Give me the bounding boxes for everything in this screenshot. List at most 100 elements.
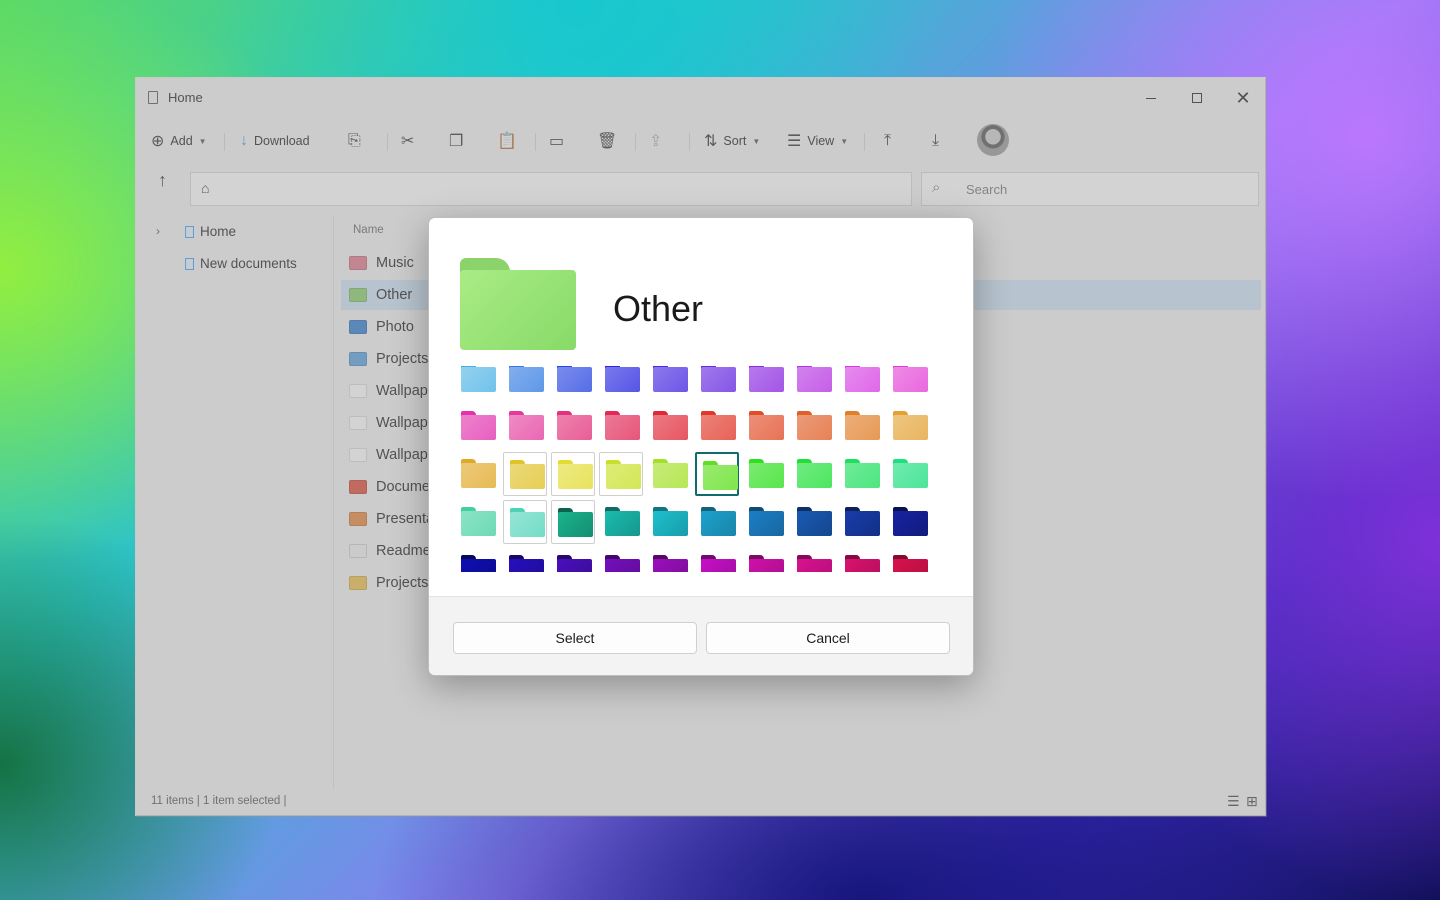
color-swatch[interactable] [743, 548, 787, 572]
color-swatch[interactable] [839, 500, 883, 544]
swatch-folder-icon [797, 415, 832, 440]
color-palette [451, 366, 931, 572]
color-swatch[interactable] [743, 500, 787, 544]
color-swatch[interactable] [695, 404, 739, 448]
swatch-folder-icon [701, 415, 736, 440]
color-swatch[interactable] [839, 366, 883, 400]
swatch-folder-icon [701, 559, 736, 572]
color-swatch[interactable] [695, 452, 739, 496]
color-swatch[interactable] [647, 452, 691, 496]
color-swatch[interactable] [887, 452, 931, 496]
swatch-folder-icon [893, 511, 928, 536]
color-swatch[interactable] [599, 366, 643, 400]
swatch-folder-icon [557, 367, 592, 392]
color-swatch[interactable] [503, 548, 547, 572]
color-swatch[interactable] [647, 366, 691, 400]
swatch-folder-icon [605, 511, 640, 536]
swatch-folder-icon [461, 559, 496, 572]
color-swatch[interactable] [503, 404, 547, 448]
color-swatch[interactable] [455, 366, 499, 400]
swatch-folder-icon [461, 415, 496, 440]
color-swatch[interactable] [503, 452, 547, 496]
swatch-folder-icon [797, 559, 832, 572]
color-swatch[interactable] [455, 452, 499, 496]
swatch-folder-icon [749, 367, 784, 392]
color-swatch[interactable] [791, 500, 835, 544]
color-swatch[interactable] [887, 500, 931, 544]
folder-preview-body [460, 270, 576, 350]
swatch-folder-icon [749, 511, 784, 536]
color-swatch[interactable] [743, 452, 787, 496]
swatch-folder-icon [893, 367, 928, 392]
folder-preview-icon [460, 258, 576, 350]
swatch-folder-icon [509, 367, 544, 392]
color-swatch[interactable] [455, 548, 499, 572]
color-swatch[interactable] [695, 500, 739, 544]
swatch-folder-icon [605, 415, 640, 440]
color-swatch[interactable] [503, 366, 547, 400]
swatch-folder-icon [558, 512, 593, 537]
folder-color-dialog: Other Select Cancel [428, 217, 974, 676]
swatch-folder-icon [749, 415, 784, 440]
select-button[interactable]: Select [453, 622, 697, 654]
color-swatch[interactable] [551, 500, 595, 544]
color-swatch[interactable] [695, 366, 739, 400]
color-swatch[interactable] [599, 548, 643, 572]
swatch-folder-icon [605, 559, 640, 572]
color-swatch[interactable] [551, 452, 595, 496]
swatch-folder-icon [509, 559, 544, 572]
color-swatch[interactable] [839, 548, 883, 572]
swatch-folder-icon [510, 512, 545, 537]
swatch-folder-icon [845, 463, 880, 488]
swatch-folder-icon [653, 511, 688, 536]
color-swatch[interactable] [791, 548, 835, 572]
color-swatch[interactable] [647, 548, 691, 572]
swatch-folder-icon [557, 559, 592, 572]
color-swatch[interactable] [791, 366, 835, 400]
swatch-folder-icon [797, 463, 832, 488]
swatch-folder-icon [701, 511, 736, 536]
color-swatch[interactable] [887, 366, 931, 400]
swatch-folder-icon [893, 415, 928, 440]
color-swatch[interactable] [599, 452, 643, 496]
color-swatch[interactable] [551, 404, 595, 448]
swatch-folder-icon [606, 464, 641, 489]
color-swatch[interactable] [551, 366, 595, 400]
color-swatch[interactable] [599, 404, 643, 448]
swatch-folder-icon [893, 463, 928, 488]
swatch-folder-icon [797, 511, 832, 536]
color-swatch[interactable] [599, 500, 643, 544]
color-swatch[interactable] [551, 548, 595, 572]
color-swatch[interactable] [743, 366, 787, 400]
swatch-folder-icon [845, 511, 880, 536]
color-swatch[interactable] [791, 404, 835, 448]
swatch-folder-icon [461, 511, 496, 536]
color-swatch[interactable] [791, 452, 835, 496]
color-swatch[interactable] [839, 452, 883, 496]
color-swatch[interactable] [887, 404, 931, 448]
color-swatch[interactable] [455, 404, 499, 448]
color-swatch[interactable] [743, 404, 787, 448]
dialog-title: Other [613, 288, 704, 329]
color-swatch[interactable] [647, 500, 691, 544]
color-swatch[interactable] [647, 404, 691, 448]
swatch-folder-icon [845, 415, 880, 440]
swatch-folder-icon [703, 465, 738, 490]
color-swatch[interactable] [503, 500, 547, 544]
swatch-folder-icon [893, 559, 928, 572]
swatch-folder-icon [749, 559, 784, 572]
swatch-folder-icon [653, 463, 688, 488]
cancel-button[interactable]: Cancel [706, 622, 950, 654]
swatch-folder-icon [461, 367, 496, 392]
swatch-folder-icon [797, 367, 832, 392]
color-swatch[interactable] [839, 404, 883, 448]
color-swatch[interactable] [455, 500, 499, 544]
color-swatch[interactable] [695, 548, 739, 572]
swatch-folder-icon [557, 415, 592, 440]
color-swatch[interactable] [887, 548, 931, 572]
swatch-folder-icon [510, 464, 545, 489]
swatch-folder-icon [558, 464, 593, 489]
swatch-folder-icon [605, 367, 640, 392]
swatch-folder-icon [509, 415, 544, 440]
swatch-folder-icon [653, 559, 688, 572]
